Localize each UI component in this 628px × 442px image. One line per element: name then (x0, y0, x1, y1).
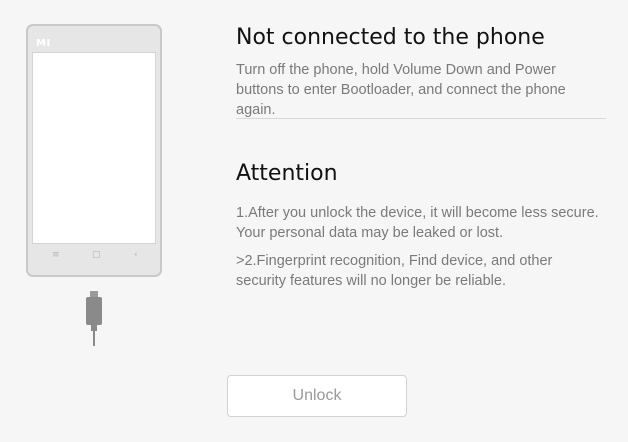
home-icon: □ (92, 250, 101, 260)
attention-note-1: 1.After you unlock the device, it will b… (236, 205, 599, 241)
menu-icon: ≡ (52, 250, 60, 260)
usb-cable-icon (86, 291, 102, 346)
phone-screen (32, 52, 156, 244)
connection-status-title: Not connected to the phone (236, 25, 545, 50)
attention-title: Attention (236, 161, 338, 186)
connection-instructions: Turn off the phone, hold Volume Down and… (236, 62, 566, 118)
unlock-button[interactable]: Unlock (227, 375, 407, 417)
back-icon: ‹ (134, 250, 138, 260)
mi-logo-icon: MI (36, 38, 51, 49)
attention-note-2: >2.Fingerprint recognition, Find device,… (236, 253, 553, 289)
phone-nav-buttons: ≡ □ ‹ (28, 249, 160, 261)
unlock-window: MI ≡ □ ‹ Not connected to the phone Turn… (0, 0, 628, 442)
phone-illustration: MI ≡ □ ‹ (26, 24, 162, 277)
section-divider (236, 118, 606, 119)
